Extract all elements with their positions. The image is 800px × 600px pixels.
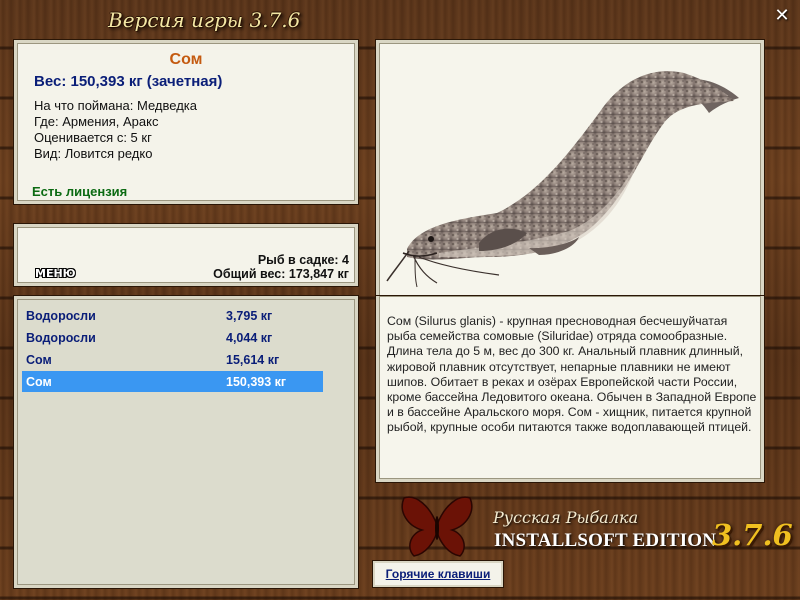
fish-weight: Вес: 150,393 кг (зачетная) xyxy=(34,73,223,90)
catfish-image xyxy=(386,71,739,288)
catch-weight: 3,795 кг xyxy=(226,309,273,323)
brand-edition: INSTALLSOFT EDITION xyxy=(494,530,717,551)
bait-line: На что поймана: Медведка xyxy=(34,98,197,113)
total-weight: Общий вес: 173,847 кг xyxy=(213,267,349,281)
game-version-title: Версия игры 3.7.6 xyxy=(108,8,301,32)
fish-info-panel: Сом Вес: 150,393 кг (зачетная) На что по… xyxy=(14,40,358,204)
rated-from-line: Оценивается с: 5 кг xyxy=(34,130,152,145)
fish-count: Рыб в садке: 4 xyxy=(257,253,349,267)
close-icon[interactable]: ✕ xyxy=(772,6,792,26)
hotkeys-button[interactable]: Горячие клавиши xyxy=(373,561,503,587)
rarity-line: Вид: Ловится редко xyxy=(34,146,153,161)
menu-button[interactable]: МЕНЮ xyxy=(35,267,76,280)
fish-image-panel xyxy=(376,40,764,296)
butterfly-logo-icon xyxy=(401,496,473,557)
brand-version: 3.7.6 xyxy=(712,518,793,552)
catch-name: Водоросли xyxy=(26,309,96,323)
catch-list: Водоросли 3,795 кг Водоросли 4,044 кг Со… xyxy=(14,296,358,588)
catch-weight: 150,393 кг xyxy=(226,375,287,389)
list-item-selected[interactable]: Сом 150,393 кг xyxy=(22,371,323,392)
fish-description-panel: Сом (Silurus glanis) - крупная пресновод… xyxy=(376,296,764,482)
catch-weight: 4,044 кг xyxy=(226,331,273,345)
license-status: Есть лицензия xyxy=(32,184,128,199)
list-item[interactable]: Водоросли 4,044 кг xyxy=(22,327,323,348)
catch-weight: 15,614 кг xyxy=(226,353,280,367)
list-item[interactable]: Водоросли 3,795 кг xyxy=(22,305,323,326)
list-item[interactable]: Сом 15,614 кг xyxy=(22,349,323,370)
fish-description: Сом (Silurus glanis) - крупная пресновод… xyxy=(387,314,757,435)
keepnet-stats-panel: Рыб в садке: 4 Общий вес: 173,847 кг МЕН… xyxy=(14,224,358,286)
catch-name: Водоросли xyxy=(26,331,96,345)
catch-name: Сом xyxy=(26,353,52,367)
fish-name: Сом xyxy=(169,51,203,68)
catch-name: Сом xyxy=(26,375,52,389)
location-line: Где: Армения, Аракс xyxy=(34,114,159,129)
brand-title: Русская Рыбалка xyxy=(493,508,639,527)
